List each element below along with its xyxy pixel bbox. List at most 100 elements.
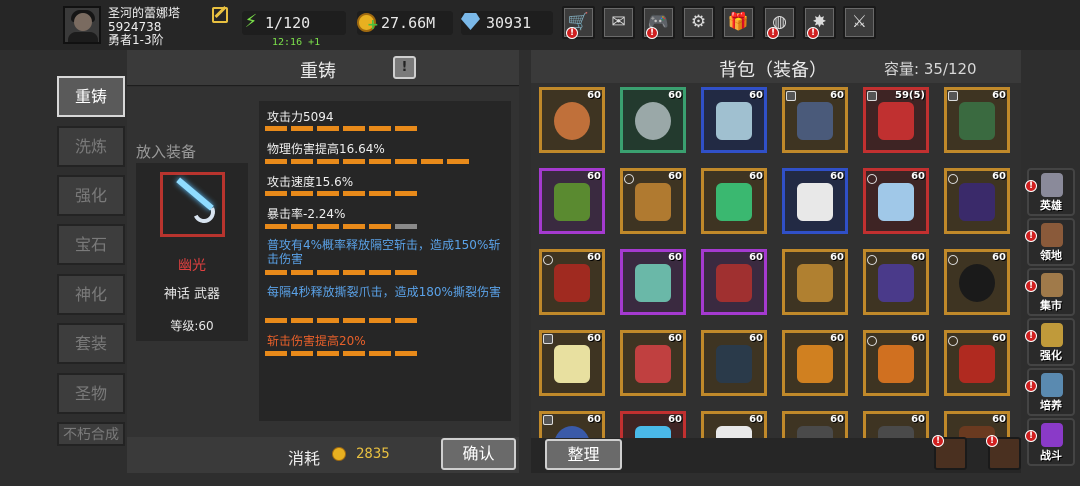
bag-item[interactable]: 60 — [782, 411, 848, 438]
axe-icon — [635, 345, 671, 383]
unlock-circle-icon — [867, 255, 877, 265]
tab-enhance[interactable]: 强化 — [57, 175, 125, 216]
tab-reforge[interactable]: 重铸 — [57, 76, 125, 117]
side-menu-potion[interactable]: 培养! — [1025, 368, 1075, 416]
cost-label: 消耗 — [288, 449, 321, 468]
bag-item[interactable]: 60 — [944, 330, 1010, 396]
tab-set[interactable]: 套装 — [57, 323, 125, 364]
item-level: 60 — [911, 252, 925, 263]
bag-item[interactable]: 60 — [539, 87, 605, 153]
forge-icon — [1041, 323, 1063, 347]
color-wheel-icon[interactable]: ◍! — [763, 6, 796, 39]
book-icon — [797, 345, 833, 383]
unlock-circle-icon — [948, 174, 958, 184]
item-level: 60 — [992, 171, 1006, 182]
armor-icon — [959, 345, 995, 383]
bag-item[interactable]: 60 — [620, 249, 686, 315]
side-menu-forge[interactable]: 强化! — [1025, 318, 1075, 366]
settings-gear-icon[interactable]: ⚙ — [682, 6, 715, 39]
bag-item[interactable]: 60 — [782, 168, 848, 234]
bag-capacity: 容量: 35/120 — [884, 60, 977, 78]
ring-icon — [554, 426, 590, 438]
gloves-icon — [878, 264, 914, 302]
necklace-icon — [716, 426, 752, 438]
item-level: 60 — [992, 90, 1006, 101]
side-menu-label: 领地 — [1040, 249, 1062, 262]
bag-item[interactable]: 60 — [701, 411, 767, 438]
gift-icon[interactable]: 🎁 — [722, 6, 755, 39]
armor-shortcut-icon[interactable]: ! — [932, 435, 967, 470]
bag-shortcut-icon[interactable]: ! — [986, 435, 1021, 470]
necklace-icon — [716, 183, 752, 221]
bag-item[interactable]: 60 — [620, 87, 686, 153]
bag-item[interactable]: 60 — [944, 411, 1010, 438]
item-level: 60 — [587, 171, 601, 182]
tab-relic[interactable]: 圣物 — [57, 373, 125, 414]
bag-item[interactable]: 60 — [944, 87, 1010, 153]
bag-item[interactable]: 60 — [539, 411, 605, 438]
market-stall-icon — [1041, 273, 1063, 297]
bag-item[interactable]: 60 — [701, 330, 767, 396]
bag-item[interactable]: 60 — [539, 168, 605, 234]
tab-gem[interactable]: 宝石 — [57, 224, 125, 265]
boots-icon — [716, 102, 752, 140]
place-equipment-label: 放入装备 — [136, 143, 197, 161]
bag-item[interactable]: 60 — [782, 87, 848, 153]
edit-name-icon[interactable] — [212, 7, 228, 23]
bag-item[interactable]: 60 — [944, 168, 1010, 234]
gamepad-icon[interactable]: 🎮! — [642, 6, 675, 39]
ring-icon — [554, 102, 590, 140]
item-level: 60 — [830, 252, 844, 263]
bag-item[interactable]: 59(5) — [863, 87, 929, 153]
equipment-slot[interactable] — [160, 172, 225, 237]
unlock-circle-icon — [948, 336, 958, 346]
firework-icon[interactable]: ✸! — [803, 6, 836, 39]
item-level: 60 — [749, 171, 763, 182]
side-menu-hero-helmet[interactable]: 英雄! — [1025, 168, 1075, 216]
armor-icon — [797, 102, 833, 140]
stat-phys-dmg: 物理伤害提高16.64% — [267, 142, 385, 156]
tab-refine[interactable]: 洗炼 — [57, 126, 125, 167]
reforge-title: 重铸 — [300, 61, 336, 82]
cloak-icon — [554, 345, 590, 383]
side-menu-market-stall[interactable]: 集市! — [1025, 268, 1075, 316]
bag-item[interactable]: 60 — [782, 330, 848, 396]
tab-deify[interactable]: 神化 — [57, 274, 125, 315]
tab-immortal-synthesis[interactable]: 不朽合成 — [57, 422, 125, 446]
bag-item[interactable]: 60 — [863, 249, 929, 315]
bag-item[interactable]: 60 — [863, 411, 929, 438]
side-menu-portal[interactable]: 战斗! — [1025, 418, 1075, 466]
bag-item[interactable]: 60 — [620, 411, 686, 438]
equipment-name: 幽光 — [178, 258, 206, 274]
ring-icon — [635, 102, 671, 140]
bag-item[interactable]: 60 — [701, 168, 767, 234]
ring-icon — [959, 264, 995, 302]
crossed-swords-icon[interactable]: ⚔ — [843, 6, 876, 39]
stat-slash-boost: 斩击伤害提高20% — [267, 334, 366, 348]
side-menu-label: 英雄 — [1040, 199, 1062, 212]
bag-item[interactable]: 60 — [701, 249, 767, 315]
armor-icon — [554, 264, 590, 302]
unlock-circle-icon — [948, 255, 958, 265]
shop-cart-icon[interactable]: 🛒! — [562, 6, 595, 39]
bag-item[interactable]: 60 — [863, 330, 929, 396]
bag-item[interactable]: 60 — [539, 330, 605, 396]
item-level: 60 — [830, 414, 844, 425]
bag-item[interactable]: 60 — [620, 168, 686, 234]
armor-icon — [635, 183, 671, 221]
bag-item[interactable]: 60 — [701, 87, 767, 153]
bag-item[interactable]: 60 — [539, 249, 605, 315]
player-avatar[interactable] — [63, 6, 101, 44]
mail-icon[interactable]: ✉ — [602, 6, 635, 39]
potion-icon — [1041, 373, 1063, 397]
bag-item[interactable]: 60 — [620, 330, 686, 396]
sort-button[interactable]: 整理 — [545, 439, 622, 470]
gold-coin-icon[interactable] — [357, 13, 379, 33]
stat-atk-speed-bars — [265, 191, 417, 196]
bag-item[interactable]: 60 — [944, 249, 1010, 315]
side-menu-castle[interactable]: 领地! — [1025, 218, 1075, 266]
confirm-button[interactable]: 确认 — [441, 438, 516, 470]
info-icon[interactable]: ! — [393, 56, 416, 79]
bag-item[interactable]: 60 — [782, 249, 848, 315]
bag-item[interactable]: 60 — [863, 168, 929, 234]
